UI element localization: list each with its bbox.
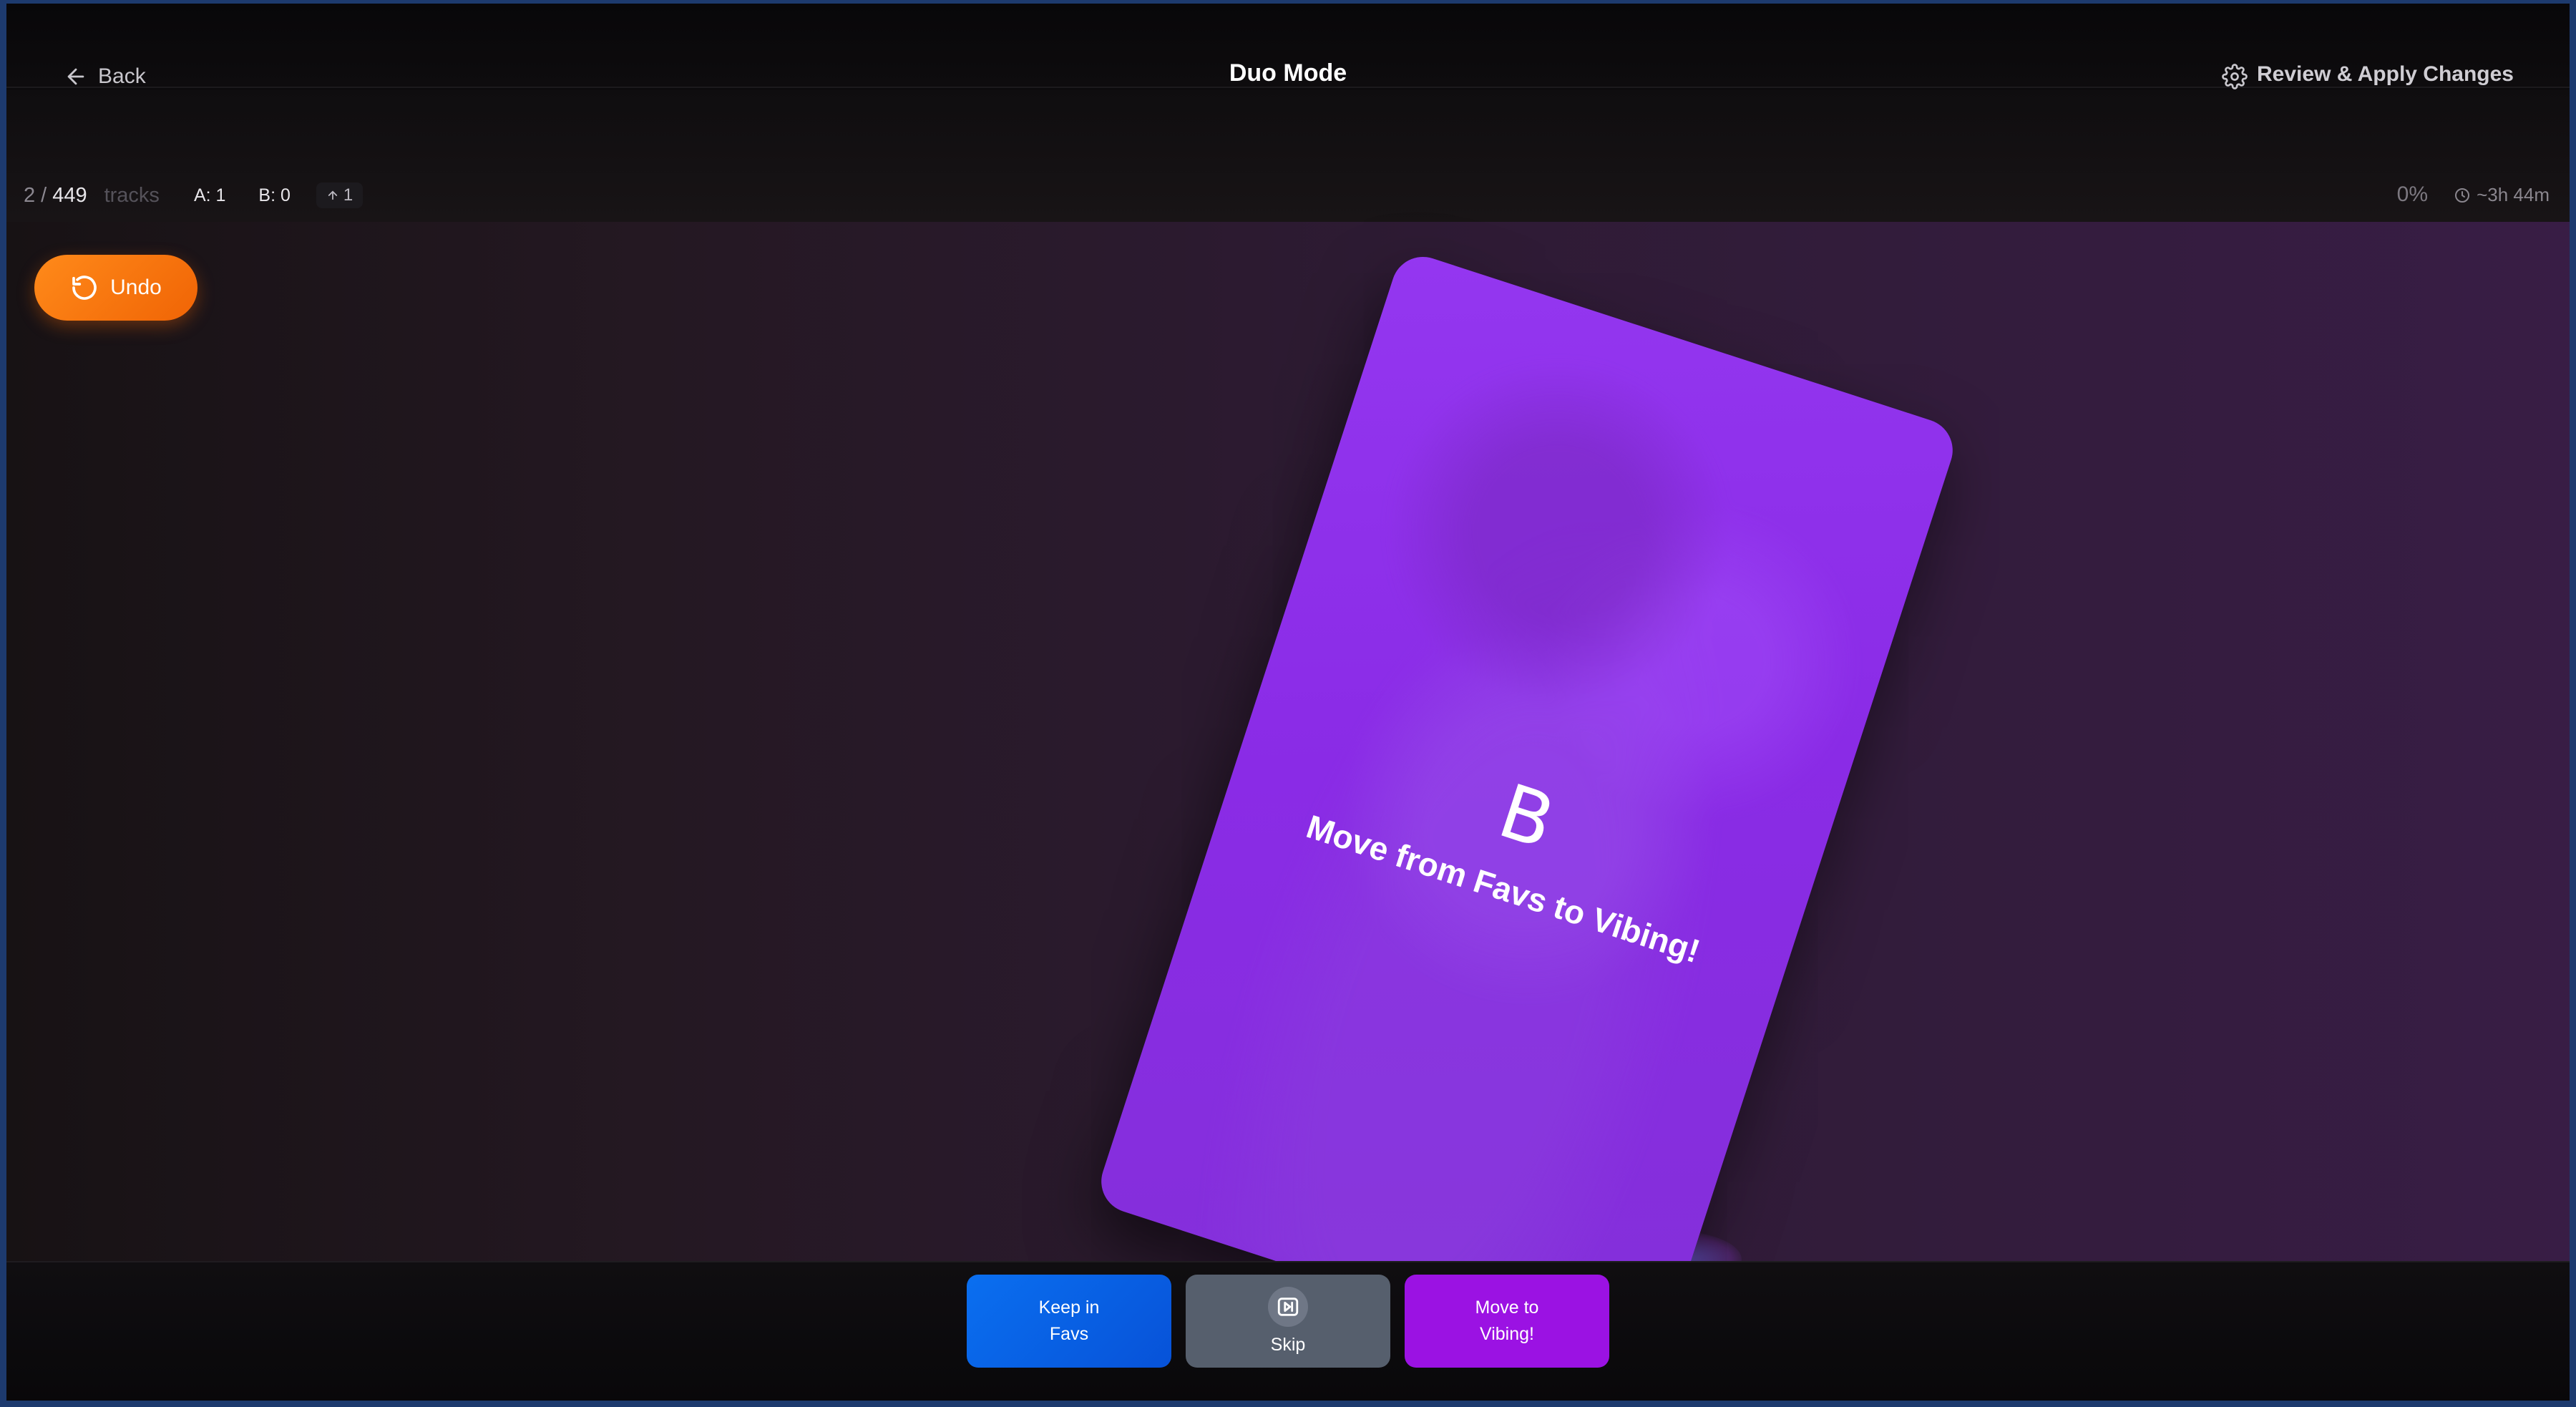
arrow-up-icon [328, 190, 338, 200]
undo-label: Undo [110, 276, 162, 299]
keep-label-line1: Keep in [1038, 1298, 1100, 1318]
current-track-index: 2 [24, 183, 36, 207]
keep-label-line2: Favs [1049, 1324, 1089, 1344]
time-remaining: ~3h 44m [2454, 184, 2550, 206]
undo-button[interactable]: Undo [34, 255, 197, 321]
eta-label: ~3h 44m [2477, 184, 2550, 205]
undo-icon [72, 276, 97, 300]
skip-icon [1268, 1287, 1308, 1327]
skip-label: Skip [1270, 1335, 1306, 1355]
move-to-vibing-button[interactable]: Move to Vibing! [1405, 1275, 1609, 1368]
app-window: Back Duo Mode Review & Apply Changes 2 /… [6, 4, 2570, 1401]
move-label-line1: Move to [1475, 1298, 1539, 1318]
b-count: B: 0 [258, 185, 291, 205]
gear-icon[interactable] [2222, 64, 2248, 89]
track-stats: 2 / 449 tracks A: 1 B: 0 1 [24, 182, 364, 208]
clock-icon [2455, 188, 2470, 203]
page-title: Duo Mode [1229, 59, 1347, 87]
move-label-line2: Vibing! [1480, 1324, 1534, 1344]
up-count: 1 [343, 185, 353, 205]
stats-separator: / [41, 183, 47, 207]
total-tracks: 449 [52, 183, 87, 207]
up-count-badge: 1 [316, 182, 364, 208]
skip-button[interactable]: Skip [1186, 1275, 1390, 1368]
a-count: A: 1 [193, 185, 226, 205]
progress-percent: 0% [2396, 182, 2428, 206]
tracks-label: tracks [104, 183, 160, 207]
review-apply-button[interactable]: Review & Apply Changes [2257, 62, 2514, 87]
keep-in-favs-button[interactable]: Keep in Favs [967, 1275, 1171, 1368]
stats-bar [6, 89, 2570, 222]
